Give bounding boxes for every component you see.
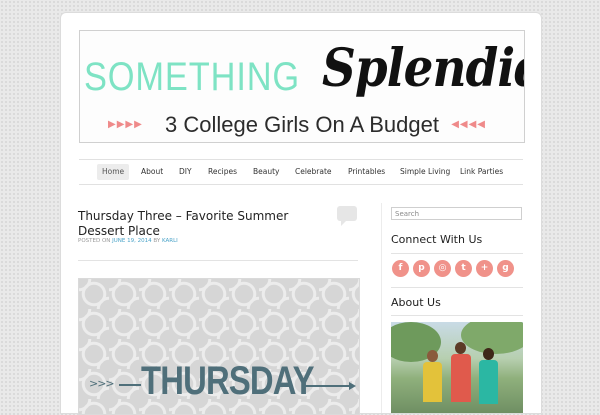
comment-bubble-icon[interactable] [337,206,357,226]
connect-divider [391,253,523,254]
nav-item-simple-living[interactable]: Simple Living [395,164,455,180]
brand-name-part2: Splendid [322,38,525,99]
post-date-link[interactable]: JUNE 19, 2014 [112,238,151,244]
nav-item-printables[interactable]: Printables [343,164,390,180]
connect-bottom-divider [391,287,523,288]
nav-item-about[interactable]: About [136,164,168,180]
nav-item-beauty[interactable]: Beauty [248,164,285,180]
featured-image-title: THURSDAY [141,359,314,403]
nav-item-home[interactable]: Home [97,164,130,180]
photo-person-head [483,348,494,360]
facebook-icon[interactable]: f [392,260,409,277]
site-header-banner[interactable]: SOMETHING Splendid ▶▶▶▶ 3 College Girls … [79,30,525,143]
connect-heading: Connect With Us [391,233,483,246]
instagram-icon[interactable]: ◎ [434,260,451,277]
sidebar-divider [381,203,382,413]
post-meta-by: BY [153,238,161,244]
photo-person-head [455,342,466,354]
photo-person-body [479,360,498,404]
arrow-right-icon [305,382,356,390]
double-chevron-right-icon: >>> [89,377,141,390]
nav-item-celebrate[interactable]: Celebrate [290,164,337,180]
featured-image[interactable]: >>> THURSDAY [78,278,360,415]
goodreads-icon[interactable]: g [497,260,514,277]
nav-item-recipes[interactable]: Recipes [203,164,242,180]
brand-name-part1: SOMETHING [84,55,301,99]
about-heading: About Us [391,296,441,309]
post-divider [78,260,358,261]
post-meta-prefix: POSTED ON [78,238,111,244]
decorative-arrows-left-icon: ◀◀◀◀ [451,119,486,130]
photo-person-body [451,354,471,402]
google-plus-icon[interactable]: + [476,260,493,277]
twitter-icon[interactable]: t [455,260,472,277]
post-author-link[interactable]: KARLI [162,238,178,244]
pinterest-icon[interactable]: p [413,260,430,277]
search-input[interactable] [391,207,522,220]
post-meta: POSTED ON JUNE 19, 2014 BY KARLI [78,238,178,244]
photo-person-body [423,362,442,402]
main-navigation: Home About DIY Recipes Beauty Celebrate … [79,159,523,185]
post-title[interactable]: Thursday Three – Favorite Summer Dessert… [78,209,323,239]
about-us-photo [391,322,523,413]
about-divider [391,315,523,316]
nav-item-diy[interactable]: DIY [174,164,197,180]
nav-item-link-parties[interactable]: Link Parties [455,164,508,180]
photo-person-head [427,350,438,362]
page-card: SOMETHING Splendid ▶▶▶▶ 3 College Girls … [60,12,542,415]
